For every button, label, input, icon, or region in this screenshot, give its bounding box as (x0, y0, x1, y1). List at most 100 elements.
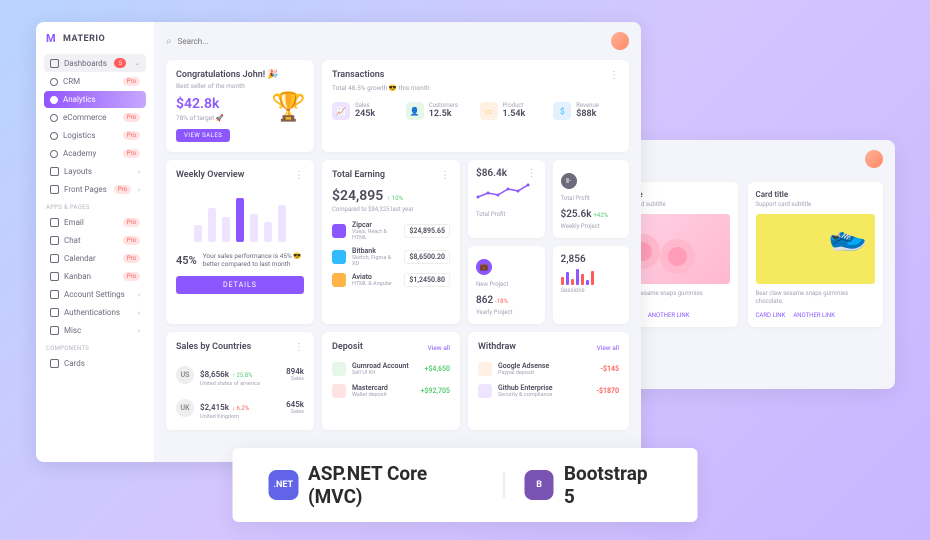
congrats-sub: Best seller of the month (176, 82, 304, 90)
earn-item: BitbankSketch, Figma & XD$8,6500.20 (332, 247, 450, 267)
nav-chat[interactable]: ChatPro (44, 232, 146, 249)
brand-icon (332, 250, 346, 264)
sessions-card: 2,856 Sessions (553, 246, 630, 324)
home-icon (50, 59, 59, 68)
pro-badge: Pro (123, 149, 140, 158)
nav-kanban[interactable]: KanbanPro (44, 268, 146, 285)
deposit-card: DepositView all Gumroad AccountSell UI K… (322, 332, 460, 430)
page-icon (50, 185, 59, 194)
briefcase-icon: 💼 (476, 259, 492, 275)
view-all-link[interactable]: View all (597, 344, 619, 352)
nav-academy[interactable]: AcademyPro (44, 145, 146, 162)
another-link[interactable]: ANOTHER LINK (793, 312, 835, 319)
flag-uk-icon: UK (176, 399, 194, 417)
nav-layouts[interactable]: Layouts› (44, 163, 146, 180)
nav-icons[interactable]: ✦Icons (602, 357, 883, 377)
more-icon[interactable]: ⋮ (294, 342, 304, 354)
nav-cards[interactable]: Cards (44, 355, 146, 372)
mastercard-icon (332, 384, 346, 398)
search-input[interactable] (178, 37, 605, 46)
nav-front-pages[interactable]: Front PagesPro› (44, 181, 146, 198)
card-link[interactable]: CARD LINK (756, 312, 786, 319)
circle-icon (50, 114, 58, 122)
earning-sub: Compared to $84,325 last year (332, 206, 450, 213)
transactions-card: Transactions Total 48.5% growth 😎 this m… (322, 60, 629, 152)
pro-badge: Pro (123, 77, 140, 86)
new-project-card: 💼 New Project 862-18% Yearly Project (468, 246, 545, 324)
brand-icon (332, 224, 346, 238)
more-icon[interactable]: ⋮ (527, 168, 537, 179)
circle-icon (50, 96, 58, 104)
card-icon (50, 359, 59, 368)
view-all-link[interactable]: View all (428, 344, 450, 352)
pro-badge: Pro (123, 218, 140, 227)
dotnet-icon: .NET (269, 470, 299, 500)
more-icon[interactable]: ⋮ (440, 170, 450, 182)
chevron-right-icon: › (138, 168, 140, 176)
earn-item: AviatoHTML & Angular$1,2450.80 (332, 273, 450, 287)
topbar: ⌕ (166, 32, 629, 50)
nav-calendar[interactable]: CalendarPro (44, 250, 146, 267)
nav-misc[interactable]: Misc› (44, 322, 146, 339)
dashboard-window: M MATERIO Dashboards 5 ⌄ CRMPro Analytic… (36, 22, 641, 462)
trend-icon: 📈 (332, 102, 350, 120)
country-item: UK$2,415k↓ 6.2%United Kingdom645kSales (176, 395, 304, 420)
avatar[interactable] (611, 32, 629, 50)
nav-dashboards[interactable]: Dashboards 5 ⌄ (44, 54, 146, 72)
stat-revenue: $Revenue$88k (553, 102, 619, 120)
section-apps-pages: APPS & PAGES (46, 204, 146, 211)
weekly-card: Weekly Overview⋮ 45%Your sales performan… (166, 160, 314, 324)
nav-analytics[interactable]: Analytics (44, 91, 146, 108)
nav-email[interactable]: EmailPro (44, 214, 146, 231)
nav-ecommerce[interactable]: eCommercePro (44, 109, 146, 126)
pro-badge: Pro (123, 272, 140, 281)
nav-account-settings[interactable]: Account Settings› (44, 286, 146, 303)
trans-title: Transactions (332, 70, 430, 80)
main-content: ⌕ Congratulations John! 🎉 Best seller of… (154, 22, 641, 462)
chevron-right-icon: › (138, 291, 140, 299)
lock-icon (50, 308, 59, 317)
view-sales-button[interactable]: VIEW SALES (176, 129, 230, 142)
sessions-bars-chart (561, 269, 622, 285)
country-item: US$8,656k↑ 25.8%United states of america… (176, 362, 304, 387)
card-title: Card title (756, 190, 876, 199)
chevron-right-icon: › (138, 186, 140, 194)
avatar[interactable] (865, 150, 883, 168)
nav-logistics[interactable]: LogisticsPro (44, 127, 146, 144)
weekly-pct: 45% (176, 254, 197, 267)
weekly-desc: Your sales performance is 45% 😎 better c… (203, 252, 304, 268)
circle-icon (50, 150, 58, 158)
layout-icon (50, 167, 59, 176)
sparkline-chart (476, 183, 536, 201)
logo[interactable]: M MATERIO (44, 32, 146, 46)
pro-badge: Pro (123, 113, 140, 122)
congrats-card: Congratulations John! 🎉 Best seller of t… (166, 60, 314, 152)
pro-badge: Pro (123, 254, 140, 263)
asp-label: ASP.NET Core (MVC) (308, 462, 483, 508)
congrats-title: Congratulations John! 🎉 (176, 70, 304, 80)
more-icon[interactable]: ⋮ (294, 170, 304, 182)
chat-icon (50, 236, 59, 245)
earning-value: $24,895 (332, 188, 383, 204)
another-link[interactable]: ANOTHER LINK (648, 312, 690, 319)
nav-crm[interactable]: CRMPro (44, 73, 146, 90)
total-profit-card: ⊪ Total Profit $25.6k+42% Weekly Project (553, 160, 630, 238)
shoe-icon: 👟 (824, 215, 869, 258)
more-icon[interactable]: ⋮ (609, 70, 619, 81)
earning-card: Total Earning⋮ $24,895↑ 10% Compared to … (322, 160, 460, 324)
section-components: COMPONENTS (46, 345, 146, 352)
withdraw-item: Github EnterpriseSecurity & compliance-$… (478, 384, 619, 398)
withdraw-card: WithdrawView all Google AdsensePaypal de… (468, 332, 629, 430)
details-button[interactable]: DETAILS (176, 276, 304, 294)
brand-icon (332, 273, 346, 287)
nav-authentications[interactable]: Authentications› (44, 304, 146, 321)
user-icon (50, 290, 59, 299)
weekly-bars-chart (176, 192, 304, 242)
deposit-item: Gumroad AccountSell UI Kit+$4,650 (332, 362, 450, 376)
divider (503, 472, 504, 498)
stat-product: ▭Product1.54k (480, 102, 546, 120)
stat-sales: 📈Sales245k (332, 102, 398, 120)
earning-title: Total Earning (332, 170, 385, 180)
search-icon[interactable]: ⌕ (166, 36, 172, 47)
chevron-right-icon: › (138, 309, 140, 317)
